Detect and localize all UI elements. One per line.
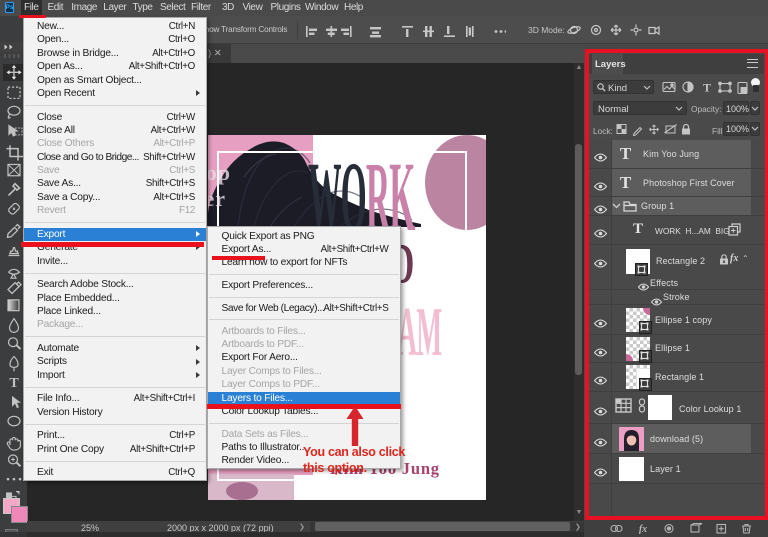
svg-text:T: T — [9, 376, 19, 391]
svg-text:fx: fx — [639, 524, 647, 534]
